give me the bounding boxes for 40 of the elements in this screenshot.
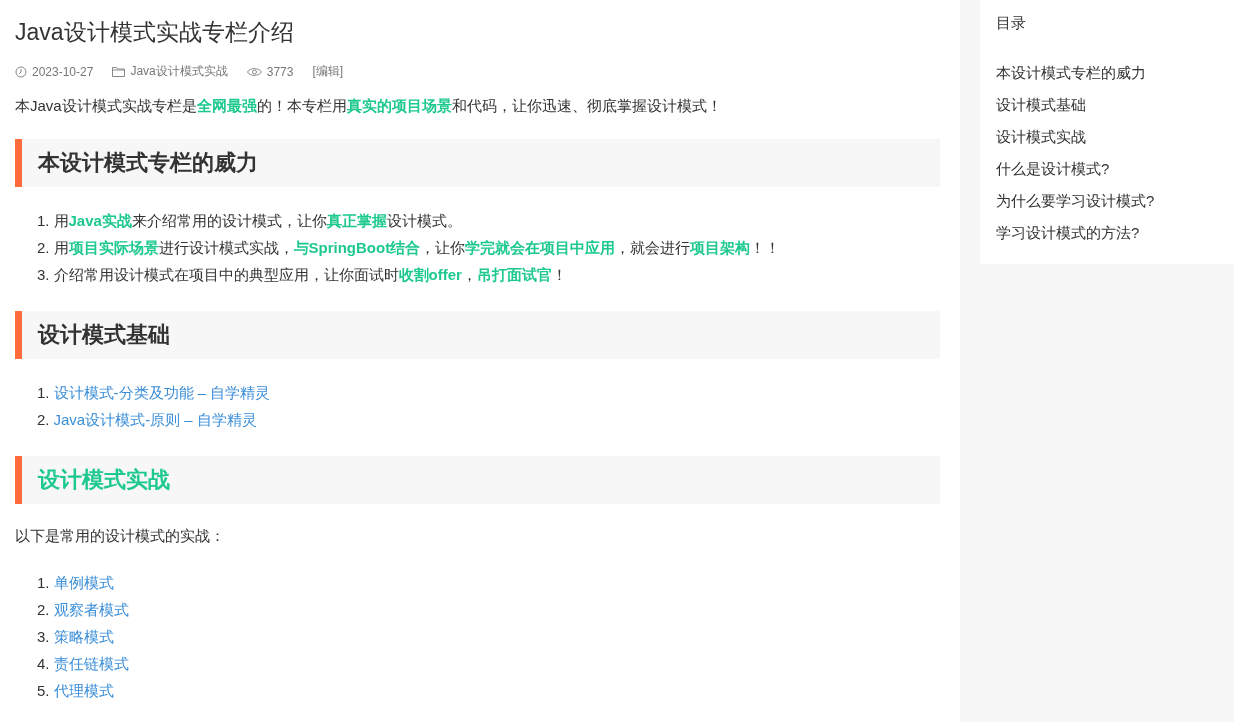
article-link[interactable]: 单例模式 [53, 569, 114, 596]
intro-text: 本Java设计模式实战专栏是全网最强的！本专栏用真实的项目场景和代码，让你迅速、彻底掌握设计模式！ [15, 96, 723, 116]
list-number: 3. [37, 627, 50, 647]
clock-icon [15, 65, 27, 78]
toc-link[interactable]: 学习设计模式的方法? [996, 217, 1218, 249]
article-link[interactable]: Java设计模式-原则 – 自学精灵 [53, 406, 257, 433]
list-number: 1. [37, 383, 50, 403]
toc-link[interactable]: 设计模式基础 [996, 89, 1218, 121]
article-link[interactable]: 责任链模式 [53, 650, 129, 677]
eye-icon [246, 66, 262, 77]
article-link[interactable]: 设计模式-分类及功能 – 自学精灵 [53, 379, 271, 406]
toc-link[interactable]: 设计模式实战 [996, 121, 1218, 153]
list-number: 3. [37, 265, 50, 285]
list-number: 5. [37, 681, 50, 701]
view-count: 3773 [266, 64, 294, 79]
list-number: 2. [37, 238, 50, 258]
post-date: 2023-10-27 [32, 64, 94, 79]
toc-title: 目录 [996, 14, 1027, 33]
list-number: 2. [37, 600, 50, 620]
article-link[interactable]: 策略模式 [53, 623, 114, 650]
toc-link[interactable]: 什么是设计模式? [996, 153, 1218, 185]
section-text: 以下是常用的设计模式的实战： [15, 526, 226, 546]
list-text: 介绍常用设计模式在项目中的典型应用，让你面试时收割offer，吊打面试官！ [53, 265, 567, 285]
list-number: 4. [37, 654, 50, 674]
list-number: 1. [37, 573, 50, 593]
article-link[interactable]: 代理模式 [53, 677, 114, 704]
section-heading: 设计模式基础 [15, 311, 940, 359]
list-text: 用项目实际场景进行设计模式实战，与SpringBoot结合，让你学完就会在项目中应用，就会进行项目架构！！ [53, 238, 781, 258]
category-link[interactable]: Java设计模式实战 [130, 63, 228, 80]
toc-link[interactable]: 为什么要学习设计模式? [996, 185, 1218, 217]
folder-icon [112, 66, 126, 77]
edit-link[interactable]: [编辑] [312, 63, 344, 80]
section-heading: 设计模式实战 [15, 456, 940, 504]
article-title: Java设计模式实战专栏介绍 [15, 18, 295, 47]
list-number: 1. [37, 211, 50, 231]
article-link[interactable]: 观察者模式 [53, 596, 129, 623]
section-heading: 本设计模式专栏的威力 [15, 139, 940, 187]
list-number: 2. [37, 410, 50, 430]
toc-link[interactable]: 本设计模式专栏的威力 [996, 57, 1218, 89]
list-text: 用Java实战来介绍常用的设计模式，让你真正掌握设计模式。 [53, 211, 462, 231]
